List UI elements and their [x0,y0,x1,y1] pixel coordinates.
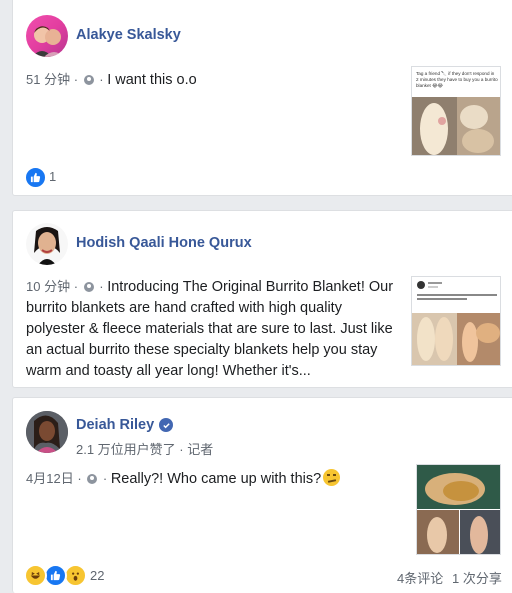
avatar[interactable] [26,223,68,265]
author-name[interactable]: Alakye Skalsky [76,27,181,43]
post-text: Really?! Who came up with this? [110,471,322,487]
post-card: Hodish Qaali Hone Qurux 10 分钟 · · Introd… [12,210,512,388]
thumbnail-caption: Tag a friend 🔪 if they don't respond in … [416,71,498,88]
globe-icon [83,75,94,85]
post-card: Deiah Riley 2.1 万位用户赞了 · 记者 4月12日 · · Re… [12,397,512,593]
share-count[interactable]: 1 次分享 [452,568,502,587]
comment-count[interactable]: 4条评论 [397,568,443,587]
reaction-count[interactable]: 1 [49,169,56,184]
post-thumbnail[interactable] [416,464,501,555]
post-body: 10 分钟 · · Introducing The Original Burri… [26,279,394,379]
like-reaction-icon[interactable] [24,166,47,189]
timestamp[interactable]: 51 分钟 [26,72,70,87]
blanket-photo-icon [412,277,500,365]
post-thumbnail[interactable]: Tag a friend 🔪 if they don't respond in … [411,66,501,156]
timestamp[interactable]: 10 分钟 [26,279,70,294]
post-meta: 4月12日 · · Really?! Who came up with this… [26,468,341,487]
like-reaction-icon[interactable] [44,564,67,587]
post-meta: 51 分钟 · · I want this o.o [26,72,197,88]
blanket-photo-icon [417,465,500,554]
reaction-count[interactable]: 22 [90,568,104,583]
author-name[interactable]: Deiah Riley [76,417,154,433]
author-subtitle: 2.1 万位用户赞了 · 记者 [76,442,214,457]
author-name[interactable]: Hodish Qaali Hone Qurux [76,235,252,251]
post-text: I want this o.o [107,72,197,88]
burrito-photo-icon [412,97,500,155]
post-thumbnail[interactable] [411,276,501,366]
verified-badge-icon [159,418,173,432]
globe-icon [83,282,94,292]
post-text: Introducing The Original Burrito Blanket… [26,279,394,379]
smirk-emoji-icon [323,469,341,486]
wow-reaction-icon[interactable] [64,564,87,587]
avatar[interactable] [26,15,68,57]
haha-reaction-icon[interactable] [24,564,47,587]
globe-icon [87,474,98,484]
timestamp[interactable]: 4月12日 [26,471,74,486]
post-card: Alakye Skalsky 51 分钟 · · I want this o.o… [12,0,512,196]
avatar[interactable] [26,411,68,453]
